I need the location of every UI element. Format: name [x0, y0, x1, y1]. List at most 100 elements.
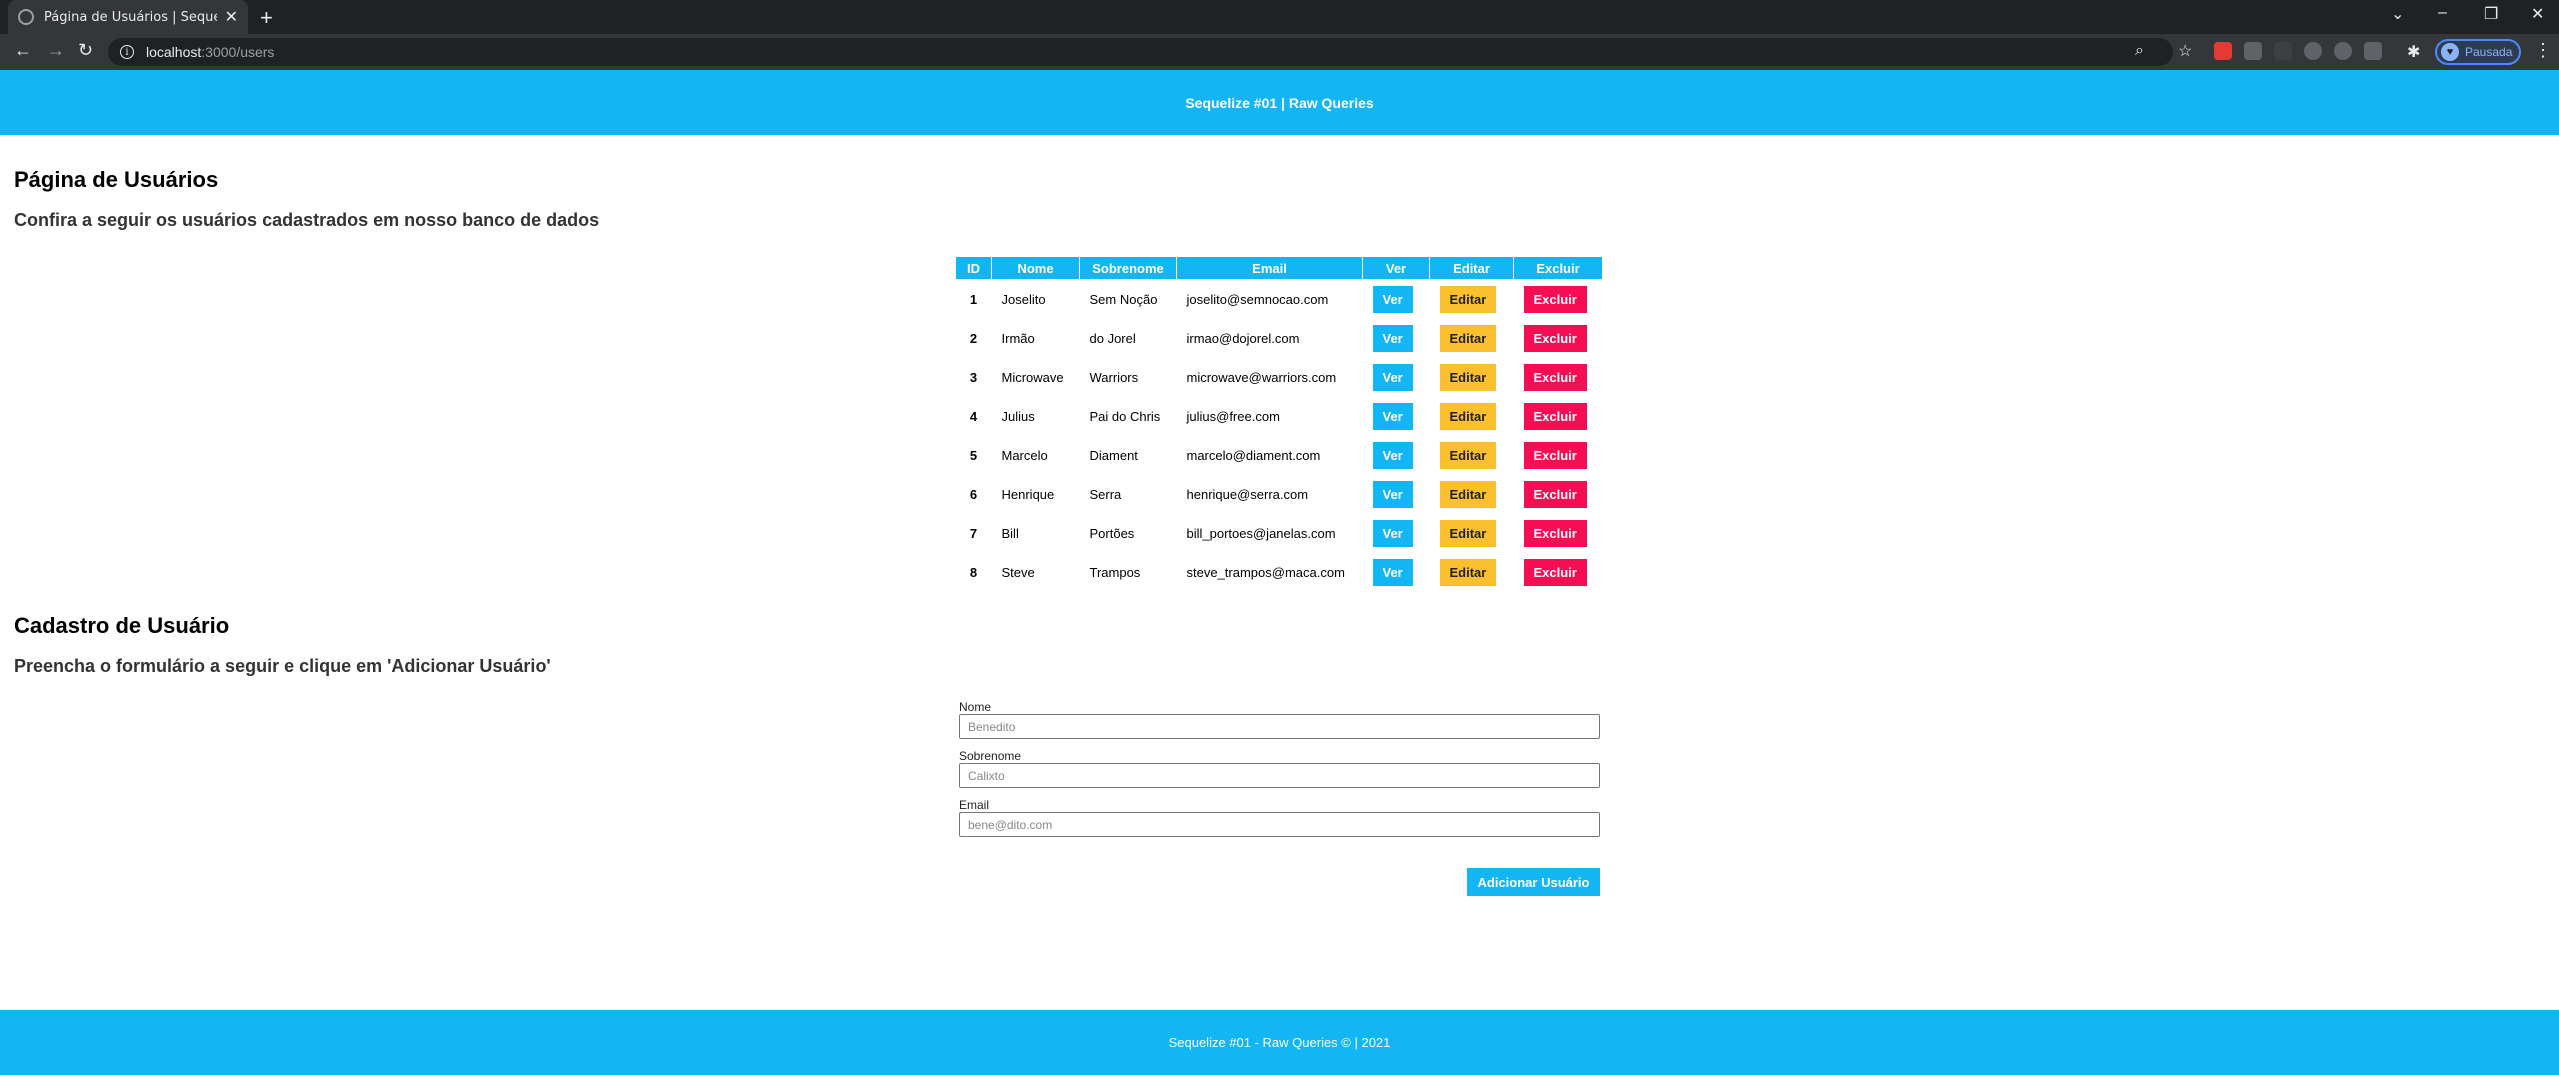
- email-input[interactable]: [959, 812, 1600, 837]
- header-title: Sequelize #01 | Raw Queries: [1185, 94, 1374, 111]
- column-header-editar: Editar: [1429, 256, 1514, 280]
- edit-button[interactable]: Editar: [1439, 285, 1497, 313]
- forward-icon[interactable]: →: [47, 40, 65, 61]
- address-bar[interactable]: i localhost :3000/users ⌕ ☆: [108, 38, 2192, 66]
- edit-button-cell: Editar: [1430, 358, 1514, 397]
- cell-sobrenome: Warriors: [1089, 369, 1139, 385]
- delete-button-cell: Excluir: [1514, 319, 1603, 358]
- tab-search-icon[interactable]: ⌄: [2391, 4, 2404, 24]
- delete-button[interactable]: Excluir: [1523, 324, 1587, 352]
- edit-button-cell: Editar: [1430, 397, 1514, 436]
- view-button[interactable]: Ver: [1372, 441, 1413, 469]
- users-table: ID Nome Sobrenome Email Ver Editar Exclu…: [955, 256, 1603, 592]
- cell-id: 1: [969, 291, 978, 307]
- sobrenome-input[interactable]: [959, 763, 1600, 788]
- edit-button[interactable]: Editar: [1439, 480, 1497, 508]
- view-button-cell: Ver: [1363, 397, 1430, 436]
- cell-nome: Bill: [1001, 525, 1019, 541]
- browser-tab[interactable]: Página de Usuários | Sequelize #0 ✕: [8, 0, 248, 34]
- extension-icon-6[interactable]: [2364, 42, 2382, 60]
- view-button[interactable]: Ver: [1372, 558, 1413, 586]
- cell-id: 6: [969, 486, 978, 502]
- edit-button[interactable]: Editar: [1439, 519, 1497, 547]
- cell-id: 4: [969, 408, 978, 424]
- cell-sobrenome: Trampos: [1089, 564, 1141, 580]
- cell-sobrenome: Diament: [1089, 447, 1138, 463]
- cell-id: 5: [969, 447, 978, 463]
- view-button[interactable]: Ver: [1372, 402, 1413, 430]
- reload-icon[interactable]: ↻: [78, 40, 93, 61]
- browser-toolbar: ← → ↻ i localhost :3000/users ⌕ ☆ ✱ ♥ Pa…: [0, 34, 2559, 70]
- extension-icon-5[interactable]: [2334, 42, 2352, 60]
- cell-email: microwave@warriors.com: [1186, 369, 1337, 385]
- browser-tabstrip: Página de Usuários | Sequelize #0 ✕ + ⌄ …: [0, 0, 2559, 34]
- extension-icon-4[interactable]: [2304, 42, 2322, 60]
- url-path: :3000/users: [201, 44, 275, 60]
- nome-input[interactable]: [959, 714, 1600, 739]
- edit-button[interactable]: Editar: [1439, 441, 1497, 469]
- view-button[interactable]: Ver: [1372, 519, 1413, 547]
- cell-id: 7: [969, 525, 978, 541]
- cell-id: 3: [969, 369, 978, 385]
- info-icon[interactable]: i: [120, 45, 134, 59]
- edit-button[interactable]: Editar: [1439, 558, 1497, 586]
- edit-button[interactable]: Editar: [1439, 363, 1497, 391]
- cell-email: henrique@serra.com: [1186, 486, 1309, 502]
- bookmark-star-icon[interactable]: ☆: [2178, 41, 2192, 61]
- view-button-cell: Ver: [1363, 436, 1430, 475]
- delete-button[interactable]: Excluir: [1523, 480, 1587, 508]
- table-header-row: ID Nome Sobrenome Email Ver Editar Exclu…: [955, 256, 1603, 280]
- view-button-cell: Ver: [1363, 475, 1430, 514]
- delete-button[interactable]: Excluir: [1523, 558, 1587, 586]
- delete-button[interactable]: Excluir: [1523, 285, 1587, 313]
- column-header-email: Email: [1176, 256, 1363, 280]
- edit-button[interactable]: Editar: [1439, 324, 1497, 352]
- cell-sobrenome: Sem Noção: [1089, 291, 1158, 307]
- view-button-cell: Ver: [1363, 514, 1430, 553]
- extension-icon-1[interactable]: [2214, 42, 2232, 60]
- minimize-icon[interactable]: –: [2438, 4, 2447, 22]
- delete-button[interactable]: Excluir: [1523, 363, 1587, 391]
- delete-button[interactable]: Excluir: [1523, 441, 1587, 469]
- view-button-cell: Ver: [1363, 553, 1430, 592]
- edit-button-cell: Editar: [1430, 280, 1514, 319]
- delete-button-cell: Excluir: [1514, 475, 1603, 514]
- column-header-nome: Nome: [991, 256, 1080, 280]
- edit-button[interactable]: Editar: [1439, 402, 1497, 430]
- nome-field-group: Nome: [959, 700, 1600, 739]
- column-header-sobrenome: Sobrenome: [1079, 256, 1177, 280]
- restore-icon[interactable]: ❐: [2484, 4, 2498, 24]
- delete-button[interactable]: Excluir: [1523, 402, 1587, 430]
- extension-icon-2[interactable]: [2244, 42, 2262, 60]
- add-user-button[interactable]: Adicionar Usuário: [1467, 868, 1600, 896]
- close-icon[interactable]: ✕: [225, 7, 238, 27]
- cell-nome: Irmão: [1001, 330, 1035, 346]
- delete-button-cell: Excluir: [1514, 436, 1603, 475]
- profile-button[interactable]: ♥ Pausada: [2435, 39, 2521, 65]
- avatar: ♥: [2441, 43, 2459, 61]
- url-host: localhost: [146, 44, 202, 60]
- new-tab-icon[interactable]: +: [260, 5, 273, 31]
- zoom-icon[interactable]: ⌕: [2135, 42, 2144, 60]
- cell-nome: Julius: [1001, 408, 1035, 424]
- view-button[interactable]: Ver: [1372, 363, 1413, 391]
- extension-icon-3[interactable]: [2274, 42, 2292, 60]
- window-close-icon[interactable]: ✕: [2531, 4, 2544, 24]
- delete-button-cell: Excluir: [1514, 280, 1603, 319]
- back-icon[interactable]: ←: [14, 40, 32, 61]
- delete-button-cell: Excluir: [1514, 358, 1603, 397]
- edit-button-cell: Editar: [1430, 475, 1514, 514]
- delete-button[interactable]: Excluir: [1523, 519, 1587, 547]
- puzzle-extensions-icon[interactable]: ✱: [2407, 42, 2420, 62]
- view-button[interactable]: Ver: [1372, 285, 1413, 313]
- cell-nome: Microwave: [1001, 369, 1064, 385]
- view-button[interactable]: Ver: [1372, 480, 1413, 508]
- column-header-ver: Ver: [1362, 256, 1430, 280]
- cell-email: bill_portoes@janelas.com: [1186, 525, 1336, 541]
- page-title: Página de Usuários: [14, 167, 219, 192]
- menu-icon[interactable]: ⋮: [2534, 40, 2552, 61]
- cell-email: julius@free.com: [1186, 408, 1280, 424]
- form-title: Cadastro de Usuário: [14, 613, 230, 638]
- page-footer: Sequelize #01 - Raw Queries © | 2021: [0, 1010, 2559, 1075]
- view-button[interactable]: Ver: [1372, 324, 1413, 352]
